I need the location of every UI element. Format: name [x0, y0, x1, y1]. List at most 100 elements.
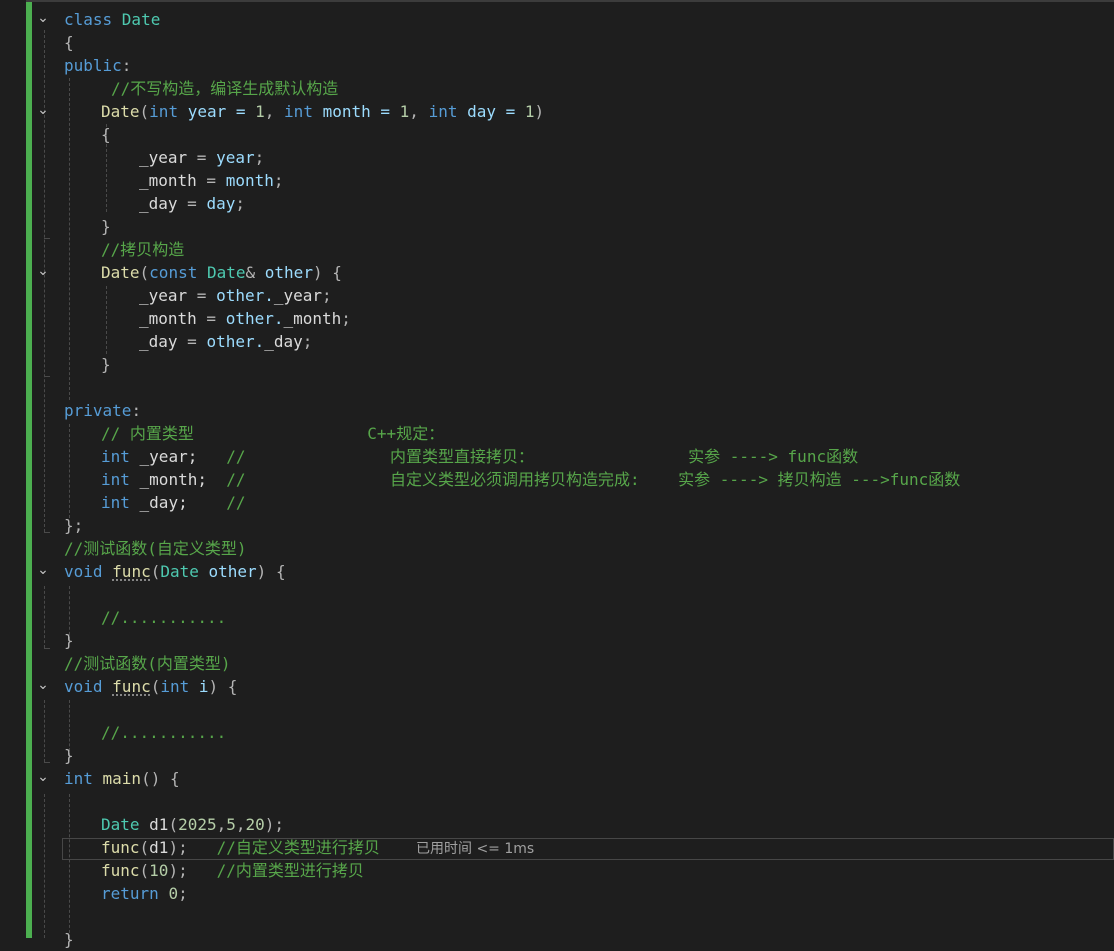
fold-chevron-icon[interactable]: ⌄: [36, 264, 50, 278]
code-token: ;: [341, 309, 351, 328]
code-line[interactable]: //测试函数(自定义类型): [0, 537, 1114, 560]
code-token: 5: [226, 815, 236, 834]
code-line[interactable]: }: [0, 928, 1114, 951]
code-line[interactable]: return 0;: [0, 882, 1114, 905]
code-line[interactable]: [0, 790, 1114, 813]
code-line[interactable]: int _day; //: [0, 491, 1114, 514]
code-line[interactable]: ⌄ Date(const Date& other) {: [0, 261, 1114, 284]
code-line[interactable]: }: [0, 744, 1114, 767]
code-token: ;: [235, 194, 245, 213]
code-line[interactable]: [0, 698, 1114, 721]
code-line[interactable]: }: [0, 215, 1114, 238]
code-token: //测试函数(自定义类型): [64, 539, 247, 558]
code-token: year =: [178, 102, 256, 121]
code-token: //内置类型进行拷贝: [216, 861, 364, 880]
fold-chevron-icon[interactable]: ⌄: [36, 678, 50, 692]
code-text: // 内置类型 C++规定：: [101, 422, 444, 445]
code-line[interactable]: {: [0, 123, 1114, 146]
code-line[interactable]: }: [0, 353, 1114, 376]
code-line[interactable]: //...........: [0, 606, 1114, 629]
code-token: );: [168, 838, 217, 857]
code-token: other: [264, 263, 313, 282]
code-line[interactable]: }: [0, 629, 1114, 652]
code-token: //...........: [101, 608, 227, 627]
code-token: }: [101, 355, 111, 374]
code-token: ) {: [256, 562, 286, 581]
code-token: func: [112, 677, 151, 696]
code-line[interactable]: ⌄ Date(int year = 1, int month = 1, int d…: [0, 100, 1114, 123]
code-text: };: [64, 514, 83, 537]
code-token: Date: [206, 263, 246, 282]
code-line[interactable]: //...........: [0, 721, 1114, 744]
code-token: Date: [101, 102, 140, 121]
code-token: _year: [139, 148, 188, 167]
code-token: //: [226, 493, 246, 512]
code-token: );: [168, 861, 217, 880]
code-token: ,: [409, 102, 429, 121]
code-line[interactable]: [0, 583, 1114, 606]
code-token: _year: [139, 286, 188, 305]
fold-chevron-icon[interactable]: ⌄: [36, 563, 50, 577]
fold-chevron-icon[interactable]: ⌄: [36, 103, 50, 117]
code-token: );: [264, 815, 285, 834]
fold-chevron-icon[interactable]: ⌄: [36, 770, 50, 784]
code-line[interactable]: public:: [0, 54, 1114, 77]
code-line[interactable]: _day = day;: [0, 192, 1114, 215]
code-line[interactable]: //测试函数(内置类型): [0, 652, 1114, 675]
code-token: func: [101, 861, 140, 880]
code-line[interactable]: // 内置类型 C++规定：: [0, 422, 1114, 445]
code-token: _day: [139, 194, 178, 213]
code-token: ;: [322, 286, 332, 305]
code-token: Date: [101, 263, 140, 282]
code-line[interactable]: };: [0, 514, 1114, 537]
code-line[interactable]: {: [0, 31, 1114, 54]
code-token: void: [64, 677, 113, 696]
code-line[interactable]: [0, 905, 1114, 928]
code-token: year: [216, 148, 255, 167]
code-line[interactable]: private:: [0, 399, 1114, 422]
code-line[interactable]: _day = other._day;: [0, 330, 1114, 353]
code-line[interactable]: ⌄ class Date: [0, 8, 1114, 31]
code-line[interactable]: //拷贝构造: [0, 238, 1114, 261]
code-token: other: [198, 562, 257, 581]
code-text: Date(int year = 1, int month = 1, int da…: [101, 100, 544, 123]
code-line[interactable]: _month = other._month;: [0, 307, 1114, 330]
code-text: _day = day;: [139, 192, 245, 215]
code-line[interactable]: _month = month;: [0, 169, 1114, 192]
code-token: int: [64, 769, 103, 788]
code-token: ,: [235, 815, 246, 834]
code-line[interactable]: Date d1(2025,5,20);: [0, 813, 1114, 836]
code-text: //测试函数(内置类型): [64, 652, 231, 675]
code-line[interactable]: int _month; // 自定义类型必须调用拷贝构造完成: 实参 ---->…: [0, 468, 1114, 491]
code-token: int: [428, 102, 458, 121]
code-line[interactable]: func(d1); //自定义类型进行拷贝: [0, 836, 1114, 859]
code-token: ): [534, 102, 545, 121]
code-text: }: [64, 928, 74, 951]
code-line[interactable]: //不写构造，编译生成默认构造: [0, 77, 1114, 100]
code-text: private:: [64, 399, 141, 422]
code-token: _month: [139, 171, 197, 190]
code-text: }: [101, 215, 111, 238]
code-editor[interactable]: ⌄ class Date{public://不写构造，编译生成默认构造 ⌄ Date(…: [0, 0, 1114, 949]
code-token: (: [150, 677, 161, 696]
code-token: ,: [216, 815, 227, 834]
code-token: d1: [149, 838, 169, 857]
code-token: //不写构造，编译生成默认构造: [111, 79, 339, 98]
code-token: other.: [206, 332, 265, 351]
code-line[interactable]: _year = year;: [0, 146, 1114, 169]
code-line[interactable]: ⌄ void func(Date other) {: [0, 560, 1114, 583]
code-token: };: [64, 516, 84, 535]
code-line[interactable]: func(10); //内置类型进行拷贝: [0, 859, 1114, 882]
code-line[interactable]: [0, 376, 1114, 399]
code-line[interactable]: int _year; // 内置类型直接拷贝： 实参 ----> func函数: [0, 445, 1114, 468]
code-line[interactable]: ⌄ int main() {: [0, 767, 1114, 790]
code-token: :: [131, 401, 142, 420]
code-token: ,: [264, 102, 285, 121]
code-line[interactable]: _year = other._year;: [0, 284, 1114, 307]
code-line[interactable]: ⌄ void func(int i) {: [0, 675, 1114, 698]
code-token: const: [149, 263, 198, 282]
code-text: {: [101, 123, 111, 146]
code-token: ;: [254, 148, 265, 167]
fold-chevron-icon[interactable]: ⌄: [36, 11, 50, 25]
code-token: ) {: [312, 263, 342, 282]
